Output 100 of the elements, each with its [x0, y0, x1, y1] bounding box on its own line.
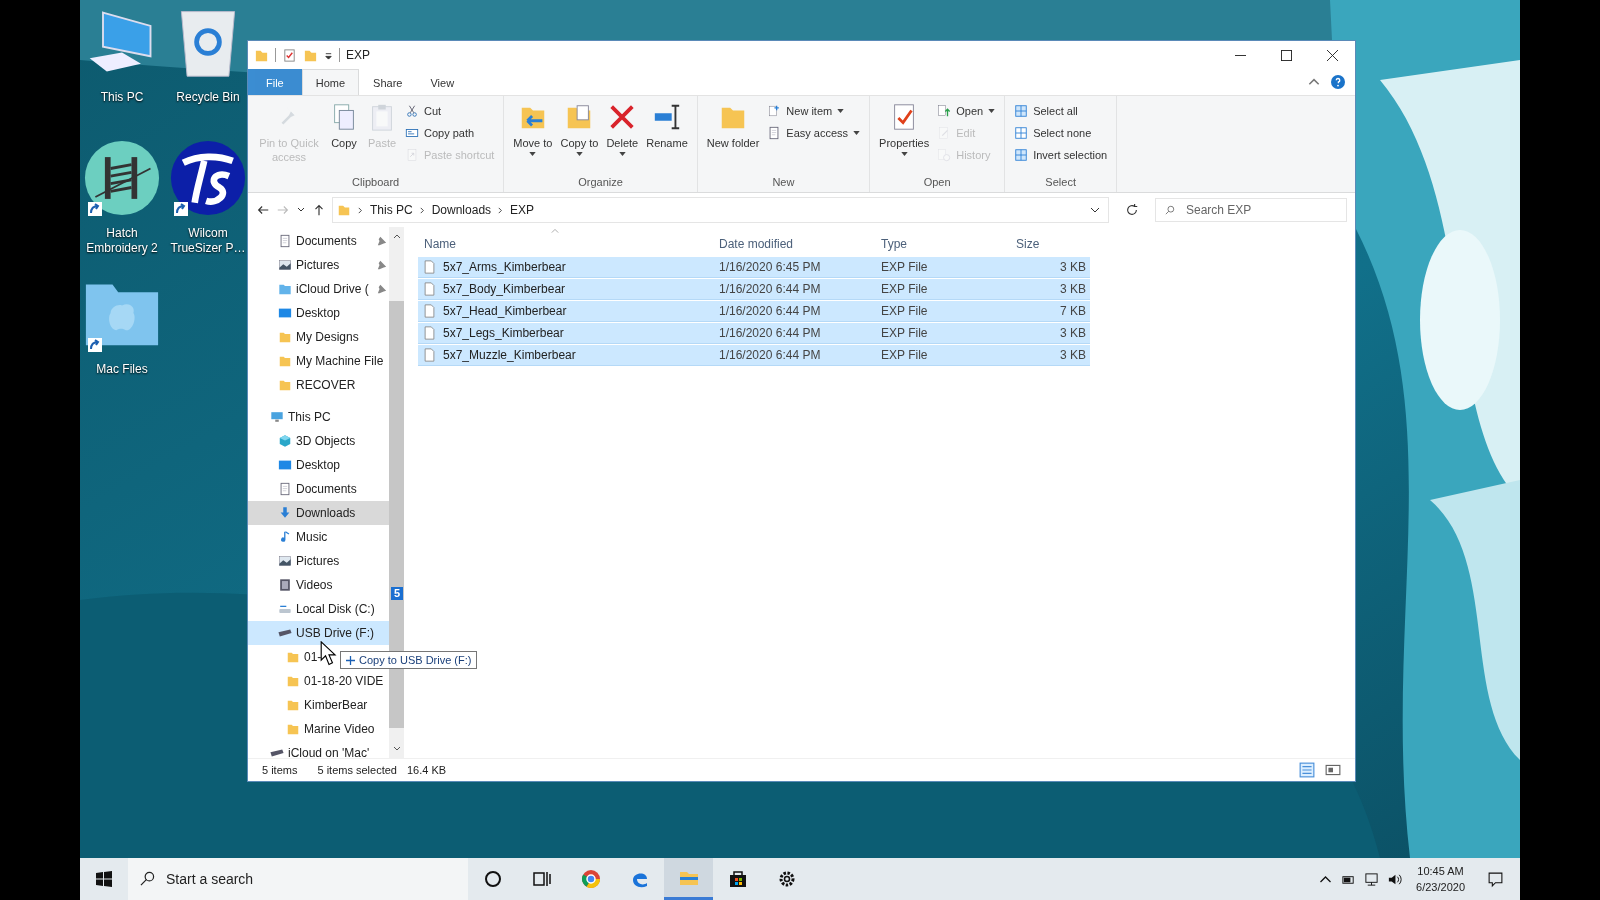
- desktop-shortcut[interactable]: Wilcom TrueSizer P…: [170, 140, 246, 276]
- table-cell-text: 1/16/2020 6:44 PM: [718, 348, 822, 362]
- file-row[interactable]: 5x7_Legs_Kimberbear 1/16/2020 6:44 PM EXP File 3 KB: [418, 323, 1090, 344]
- nav-item[interactable]: This PC: [248, 405, 389, 429]
- ribbon-tab[interactable]: View: [416, 69, 469, 95]
- nav-item[interactable]: RECOVER: [248, 373, 389, 397]
- ribbon-button[interactable]: Cut: [402, 100, 498, 122]
- plus-icon: [346, 655, 355, 665]
- window-title: EXP: [346, 48, 370, 62]
- column-header[interactable]: Type: [875, 227, 1010, 257]
- back-icon[interactable]: [256, 203, 270, 217]
- nav-item[interactable]: My Machine File: [248, 349, 389, 373]
- film-icon: [278, 578, 292, 592]
- table-cell-text: 3 KB: [1059, 282, 1087, 296]
- table-cell-text: 1/16/2020 6:44 PM: [718, 304, 822, 318]
- nav-item[interactable]: USB Drive (F:): [248, 621, 389, 645]
- ribbon-button[interactable]: Select none: [1011, 122, 1111, 144]
- folder-icon: [286, 698, 300, 712]
- file-row[interactable]: 5x7_Arms_Kimberbear 1/16/2020 6:45 PM EXP File 3 KB: [418, 257, 1090, 278]
- group-label: Organize: [577, 176, 624, 190]
- file-row[interactable]: 5x7_Muzzle_Kimberbear 1/16/2020 6:44 PM EXP File 3 KB: [418, 345, 1090, 366]
- open-icon: [937, 104, 952, 118]
- pin-icon[interactable]: [377, 236, 387, 246]
- group-label: New: [771, 176, 796, 190]
- dropdown-arrow-icon: [837, 109, 845, 113]
- column-header[interactable]: Name: [418, 227, 713, 257]
- ribbon-button[interactable]: Copy to: [557, 100, 602, 176]
- nav-item[interactable]: 3D Objects: [248, 429, 389, 453]
- status-text: 5 items: [262, 764, 298, 776]
- nav-item[interactable]: Documents: [248, 229, 389, 253]
- search-field[interactable]: Start a search: [128, 858, 468, 900]
- nav-item[interactable]: Marine Video: [248, 717, 389, 741]
- pin-icon[interactable]: [377, 284, 387, 294]
- desktop-shortcut[interactable]: This PC: [84, 4, 160, 140]
- file-icon: [424, 282, 435, 296]
- ribbon-button[interactable]: Easy access: [764, 122, 864, 144]
- help-icon[interactable]: [1331, 75, 1345, 89]
- file-row[interactable]: 5x7_Body_Kimberbear 1/16/2020 6:44 PM EXP File 3 KB: [418, 279, 1090, 300]
- properties-icon[interactable]: [282, 47, 297, 63]
- table-cell-text: 1/16/2020 6:44 PM: [718, 326, 822, 340]
- desktop-shortcut[interactable]: Recycle Bin: [170, 4, 246, 140]
- windows-logo-icon[interactable]: [96, 871, 112, 887]
- ribbon-button[interactable]: Copy path: [402, 122, 498, 144]
- table-cell-text: EXP File: [880, 260, 929, 274]
- breadcrumb[interactable]: This PC: [370, 203, 413, 217]
- nav-item[interactable]: Downloads: [248, 501, 389, 525]
- chevron-down-icon[interactable]: [1090, 205, 1100, 215]
- volume-icon[interactable]: [1387, 871, 1403, 887]
- ribbon-tab[interactable]: Home: [301, 69, 360, 95]
- nav-item[interactable]: Videos: [248, 573, 389, 597]
- nav-item[interactable]: iCloud on 'Mac': [248, 741, 389, 758]
- desktop-shortcut[interactable]: Hatch Embroidery 2: [84, 140, 160, 276]
- nav-item[interactable]: Documents: [248, 477, 389, 501]
- file-tab[interactable]: File: [248, 69, 302, 95]
- nav-item[interactable]: KimberBear: [248, 693, 389, 717]
- file-row[interactable]: 5x7_Head_Kimberbear 1/16/2020 6:44 PM EXP File 7 KB: [418, 301, 1090, 322]
- search-field[interactable]: Search EXP: [1155, 198, 1347, 222]
- chevron-right-icon[interactable]: [497, 206, 505, 214]
- ribbon-button[interactable]: Select all: [1011, 100, 1111, 122]
- nav-item[interactable]: Desktop: [248, 453, 389, 477]
- ribbon-button[interactable]: Invert selection: [1011, 144, 1111, 166]
- up-arrow-icon[interactable]: [312, 203, 326, 217]
- nav-item[interactable]: Music: [248, 525, 389, 549]
- ribbon-button[interactable]: Open: [934, 100, 999, 122]
- close-icon: [1326, 49, 1338, 61]
- app-icon: [170, 140, 246, 216]
- ribbon-tab[interactable]: Share: [359, 69, 417, 95]
- file-icon: [424, 326, 435, 340]
- column-header[interactable]: Date modified: [713, 227, 875, 257]
- pin-icon[interactable]: [377, 260, 387, 270]
- chevron-right-icon[interactable]: [357, 206, 364, 214]
- ribbon-button[interactable]: New item: [764, 100, 864, 122]
- file-icon: [424, 260, 435, 274]
- large-icons-view-icon[interactable]: [1325, 762, 1341, 778]
- chevron-right-icon[interactable]: [418, 206, 426, 214]
- details-view-icon[interactable]: [1299, 762, 1315, 778]
- ribbon-button[interactable]: Copy: [326, 100, 362, 176]
- nav-item[interactable]: Pictures: [248, 549, 389, 573]
- ribbon-button[interactable]: Move to: [510, 100, 556, 176]
- clock[interactable]: 10:45 AM 6/23/2020: [1416, 863, 1465, 895]
- address-bar[interactable]: This PC Downloads EXP: [332, 197, 1109, 223]
- network-icon[interactable]: [1364, 871, 1380, 887]
- nav-item[interactable]: Desktop: [248, 301, 389, 325]
- dropdown-icon[interactable]: [324, 50, 333, 60]
- desktop-shortcut[interactable]: Mac Files: [84, 276, 160, 412]
- ribbon-button[interactable]: Properties: [876, 100, 933, 176]
- notifications-icon[interactable]: [1487, 870, 1504, 888]
- nav-item[interactable]: iCloud Drive (: [248, 277, 389, 301]
- nav-item[interactable]: 01-18-20 VIDE: [248, 669, 389, 693]
- column-header[interactable]: Size: [1010, 227, 1090, 257]
- breadcrumb[interactable]: Downloads: [431, 203, 492, 217]
- nav-item[interactable]: Local Disk (C:): [248, 597, 389, 621]
- ribbon-button[interactable]: Rename: [643, 100, 691, 176]
- refresh-icon[interactable]: [1125, 203, 1139, 217]
- nav-item[interactable]: Pictures: [248, 253, 389, 277]
- ribbon-button[interactable]: New folder: [703, 100, 763, 176]
- ribbon-button[interactable]: Delete: [603, 100, 642, 176]
- nav-item[interactable]: My Designs: [248, 325, 389, 349]
- new-item-icon: [767, 104, 782, 118]
- breadcrumb[interactable]: EXP: [510, 203, 535, 217]
